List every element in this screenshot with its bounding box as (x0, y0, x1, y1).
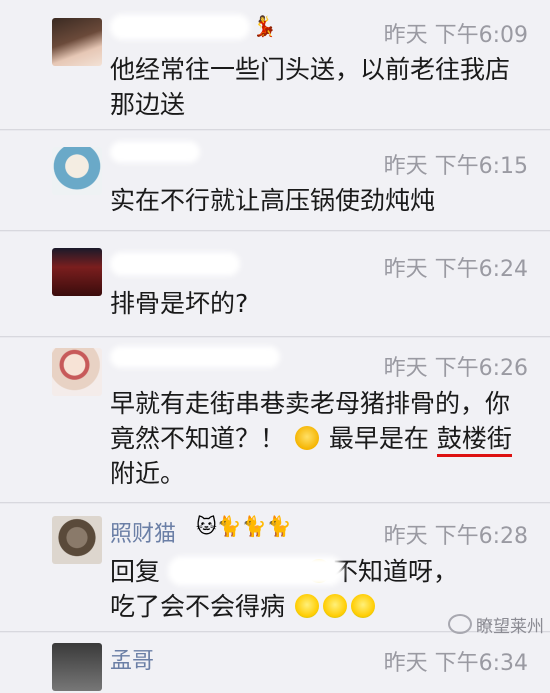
redacted-name (110, 141, 200, 163)
crying-face-emoji-icon (322, 594, 347, 618)
redacted-name (110, 346, 280, 368)
avatar[interactable] (52, 516, 102, 564)
avatar[interactable] (52, 643, 102, 691)
message-time: 昨天 下午6:09 (383, 23, 528, 48)
redacted-name (110, 14, 250, 40)
avatar[interactable] (52, 248, 102, 296)
avatar[interactable] (52, 18, 102, 66)
wechat-icon (448, 614, 472, 634)
message-time: 昨天 下午6:24 (383, 257, 528, 282)
avatar[interactable] (52, 147, 102, 195)
sender-emoji-icon: 💃 (252, 14, 277, 38)
watermark: 瞭望莱州 (448, 612, 544, 637)
chat-message[interactable]: 孟哥 昨天 下午6:34 (0, 633, 550, 693)
message-time: 昨天 下午6:26 (383, 356, 528, 381)
message-text: 实在不行就让高压锅使劲炖炖 (110, 186, 436, 215)
message-text: 他经常往一些门头送，以前老往我店那边送 (110, 55, 511, 119)
underlined-location: 鼓楼街 (436, 424, 512, 457)
message-time: 昨天 下午6:15 (383, 154, 528, 179)
flushed-face-emoji-icon (294, 426, 319, 450)
crying-face-emoji-icon (294, 594, 319, 618)
message-text: 早就有走街串巷卖老母猪排骨的，你竟然不知道？！ 最早是在 鼓楼街附近。 (110, 389, 512, 488)
message-time: 昨天 下午6:28 (383, 524, 528, 549)
redacted-reply-target (168, 556, 343, 586)
chat-message[interactable]: 💃 昨天 下午6:09 他经常往一些门头送，以前老往我店那边送 (0, 0, 550, 130)
message-text: 排骨是坏的? (110, 289, 249, 318)
chat-message[interactable]: 昨天 下午6:15 实在不行就让高压锅使劲炖炖 (0, 131, 550, 231)
sender-name[interactable]: 照财猫 (110, 516, 176, 548)
message-time: 昨天 下午6:34 (383, 651, 528, 676)
sender-name-emoji: 🐱🐈🐈🐈 (196, 514, 292, 538)
chat-message[interactable]: 昨天 下午6:24 排骨是坏的? (0, 232, 550, 337)
avatar[interactable] (52, 348, 102, 396)
crying-face-emoji-icon (350, 594, 375, 618)
chat-message[interactable]: 昨天 下午6:26 早就有走街串巷卖老母猪排骨的，你竟然不知道？！ 最早是在 鼓… (0, 338, 550, 503)
redacted-name (110, 252, 240, 276)
sender-name[interactable]: 孟哥 (110, 643, 154, 675)
